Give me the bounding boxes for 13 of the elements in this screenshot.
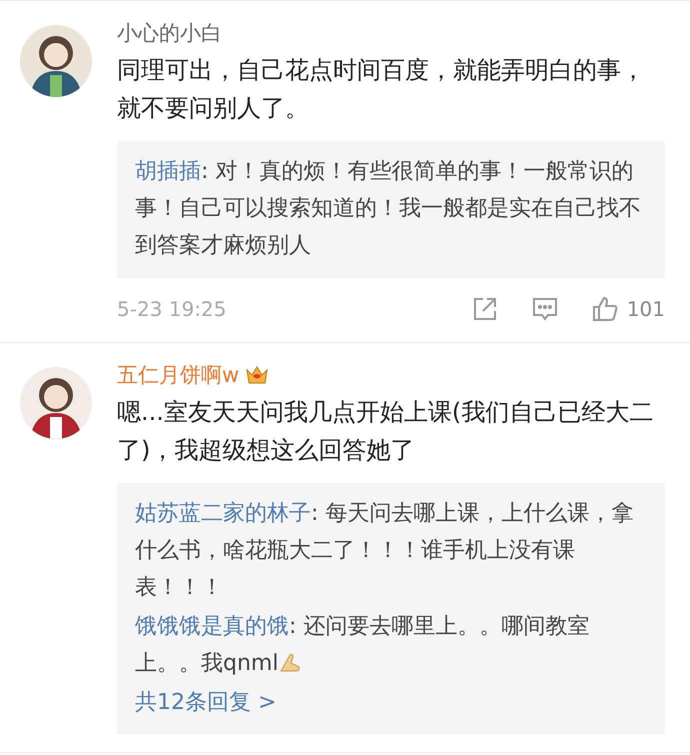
reply-text: 饿饿饿是真的饿: 还问要去哪里上。。哪间教室上。。我qnml — [135, 613, 590, 678]
timestamp: 5-23 19:25 — [117, 297, 228, 321]
reply-text: 胡插插: 对！真的烦！有些很简单的事！一般常识的事！自己可以搜索知道的！我一般都是实在自己找不到答案才麻烦别人 — [135, 158, 642, 260]
comment-text: 嗯...室友天天问我几点开始上课(我们自己已经大二了)，我超级想这么回答她了 — [117, 397, 654, 466]
reply-text: 姑苏蓝二家的林子: 每天问去哪上课，上什么课，拿什么书，啥花瓶大二了！！！谁手机上没有课表！！！ — [135, 500, 634, 602]
user-name[interactable]: 五仁月饼啊w — [117, 361, 240, 389]
comment-text: 同理可出，自己花点时间百度，就能弄明白的事，就不要问别人了。 — [117, 55, 646, 124]
thumbs-up-icon[interactable] — [590, 295, 619, 323]
like-count: 101 — [626, 297, 665, 321]
comment-icon[interactable] — [530, 295, 559, 323]
user-name[interactable]: 小心的小白 — [117, 19, 222, 47]
crown-icon — [245, 364, 270, 386]
more-replies-link[interactable]: 共12条回复 > — [135, 690, 276, 715]
